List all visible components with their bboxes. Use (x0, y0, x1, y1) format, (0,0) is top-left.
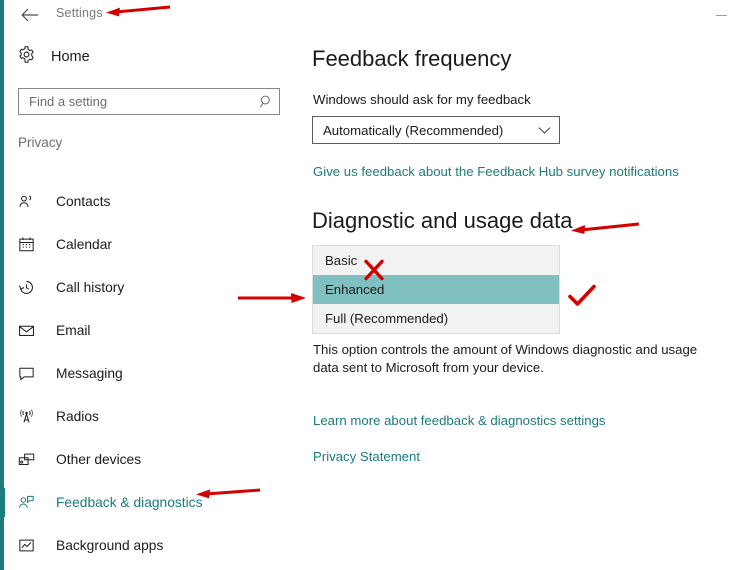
sidebar-item-label: Background apps (56, 538, 164, 553)
sidebar-item-calendar[interactable]: Calendar (4, 223, 300, 266)
search-box[interactable] (18, 88, 280, 115)
feedback-frequency-heading: Feedback frequency (312, 46, 512, 71)
feedback-frequency-select[interactable]: Automatically (Recommended) (312, 116, 560, 144)
dropdown-option-label: Full (Recommended) (325, 311, 449, 326)
main-content: Feedback frequency Windows should ask fo… (312, 30, 750, 570)
search-icon[interactable] (253, 94, 279, 109)
sidebar-item-label: Contacts (56, 194, 111, 209)
call-history-icon (18, 279, 48, 296)
sidebar-item-background-apps[interactable]: Background apps (4, 524, 300, 567)
gear-icon (18, 46, 35, 68)
radios-icon (18, 408, 48, 425)
messaging-icon (18, 365, 48, 382)
sidebar-item-messaging[interactable]: Messaging (4, 352, 300, 395)
dropdown-option-full[interactable]: Full (Recommended) (313, 304, 559, 333)
feedback-frequency-select-value: Automatically (Recommended) (323, 122, 504, 138)
window-title: Settings (56, 6, 103, 20)
other-devices-icon (18, 451, 48, 468)
sidebar-item-call-history[interactable]: Call history (4, 266, 300, 309)
sidebar-item-radios[interactable]: Radios (4, 395, 300, 438)
calendar-icon (18, 236, 48, 253)
sidebar-group-label: Privacy (18, 135, 63, 150)
minimize-icon (715, 14, 727, 16)
diagnostic-usage-dropdown-list[interactable]: Basic Enhanced Full (Recommended) (312, 245, 560, 334)
sidebar-item-email[interactable]: Email (4, 309, 300, 352)
sidebar-item-label: Calendar (56, 237, 112, 252)
sidebar-nav-list: Contacts Calendar Call history Email Mes… (4, 180, 300, 567)
sidebar-item-contacts[interactable]: Contacts (4, 180, 300, 223)
window-titlebar: Settings (4, 0, 750, 30)
back-arrow-icon (21, 8, 38, 22)
learn-more-link[interactable]: Learn more about feedback & diagnostics … (313, 413, 606, 428)
feedback-diagnostics-icon (18, 494, 48, 511)
chevron-down-icon (529, 126, 559, 135)
dropdown-option-label: Enhanced (325, 282, 385, 297)
email-icon (18, 322, 48, 339)
dropdown-option-enhanced[interactable]: Enhanced (313, 275, 559, 304)
sidebar-item-label: Messaging (56, 366, 123, 381)
sidebar-item-other-devices[interactable]: Other devices (4, 438, 300, 481)
background-apps-icon (18, 537, 48, 554)
back-button[interactable] (18, 4, 42, 26)
contacts-icon (18, 193, 48, 210)
diagnostic-usage-description: This option controls the amount of Windo… (313, 342, 698, 375)
sidebar-item-label: Other devices (56, 452, 142, 467)
dropdown-option-basic[interactable]: Basic (313, 246, 559, 275)
sidebar: Home Privacy Cont (4, 30, 300, 570)
sidebar-item-home[interactable]: Home (18, 46, 90, 68)
sidebar-home-label: Home (51, 49, 90, 65)
feedback-frequency-subtitle: Windows should ask for my feedback (313, 92, 531, 107)
privacy-statement-link[interactable]: Privacy Statement (313, 449, 420, 464)
feedback-hub-survey-link[interactable]: Give us feedback about the Feedback Hub … (313, 164, 679, 179)
search-input[interactable] (19, 94, 253, 109)
sidebar-item-feedback-diagnostics[interactable]: Feedback & diagnostics (4, 481, 300, 524)
dropdown-option-label: Basic (325, 253, 358, 268)
sidebar-item-label: Call history (56, 280, 125, 295)
minimize-button[interactable] (710, 8, 732, 22)
diagnostic-usage-heading: Diagnostic and usage data (312, 208, 573, 233)
sidebar-item-label: Feedback & diagnostics (56, 495, 203, 510)
sidebar-item-label: Radios (56, 409, 99, 424)
sidebar-item-label: Email (56, 323, 91, 338)
settings-window: Settings Home Privacy (0, 0, 750, 570)
